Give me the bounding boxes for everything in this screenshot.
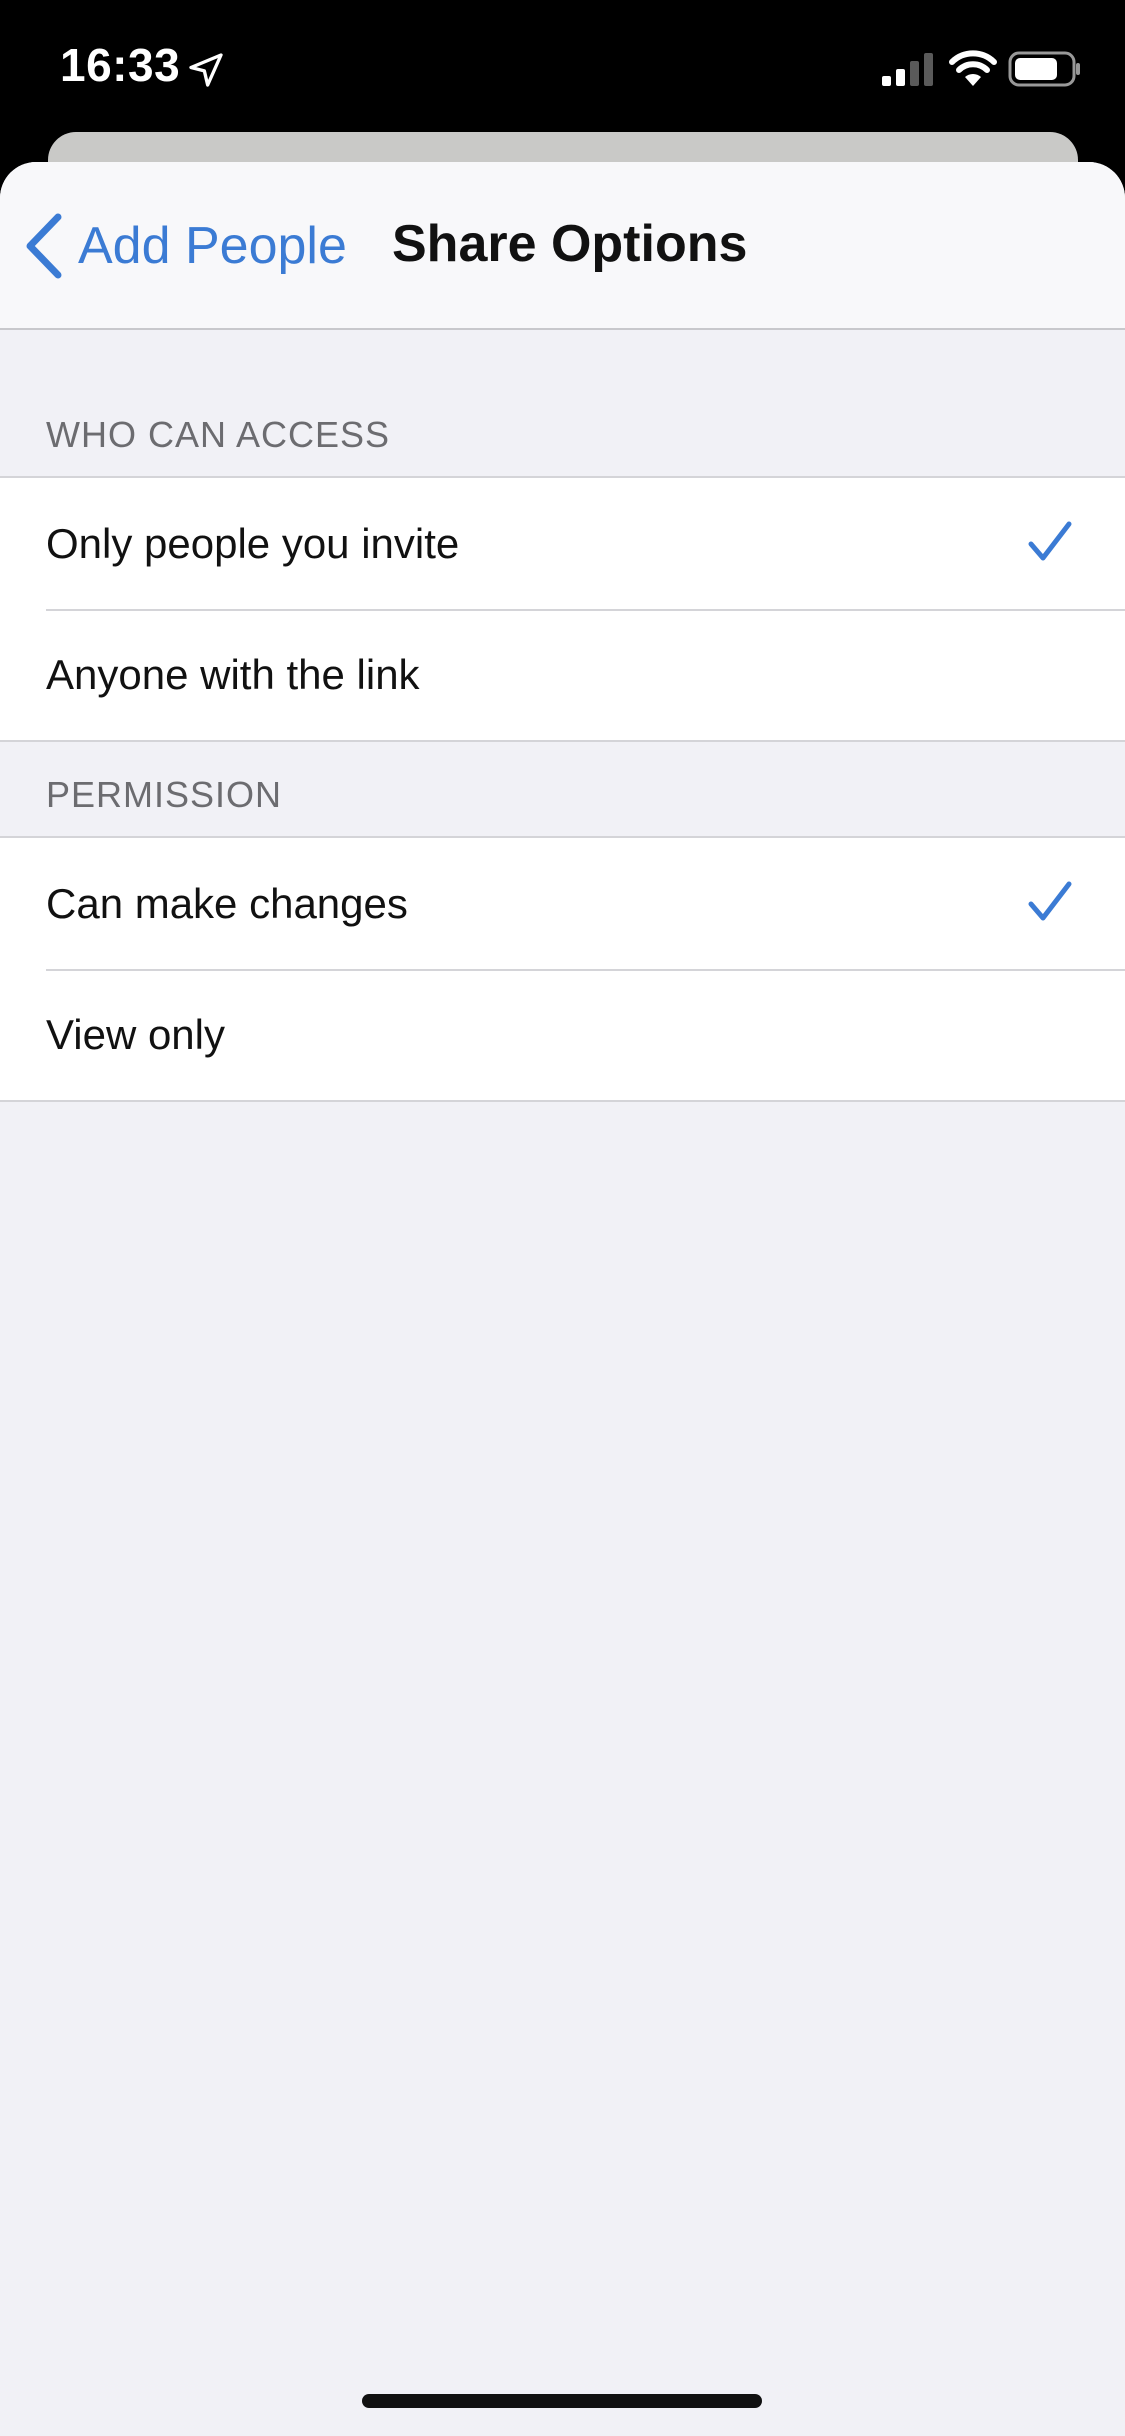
section-header-who-can-access: WHO CAN ACCESS	[46, 414, 391, 455]
option-can-make-changes[interactable]: Can make changes	[0, 838, 1125, 969]
home-indicator[interactable]	[362, 2394, 762, 2408]
share-options-sheet: Add People Share Options WHO CAN ACCESS …	[0, 162, 1125, 2436]
permission-options-group: Can make changes View only	[0, 836, 1125, 1102]
option-label: View only	[46, 1010, 225, 1058]
location-arrow-icon	[189, 53, 223, 87]
status-time: 16:33	[60, 39, 181, 91]
option-anyone-with-the-link[interactable]: Anyone with the link	[0, 609, 1125, 740]
option-label: Anyone with the link	[46, 650, 420, 698]
option-only-people-you-invite[interactable]: Only people you invite	[0, 478, 1125, 609]
page-title: Share Options	[392, 215, 748, 273]
battery-icon	[1008, 51, 1080, 87]
wifi-icon	[949, 50, 997, 86]
option-label: Only people you invite	[46, 519, 460, 567]
option-view-only[interactable]: View only	[0, 969, 1125, 1100]
option-label: Can make changes	[46, 879, 408, 927]
back-button-label: Add People	[78, 217, 347, 275]
back-button[interactable]: Add People	[24, 206, 347, 286]
chevron-left-icon	[26, 213, 62, 279]
checkmark-icon	[1028, 881, 1072, 921]
access-options-group: Only people you invite Anyone with the l…	[0, 476, 1125, 742]
navigation-bar: Add People Share Options	[0, 162, 1125, 330]
cellular-signal-icon	[882, 53, 933, 86]
checkmark-icon	[1028, 521, 1072, 561]
section-header-permission: PERMISSION	[46, 774, 283, 815]
status-bar: 16:33	[0, 0, 1125, 132]
